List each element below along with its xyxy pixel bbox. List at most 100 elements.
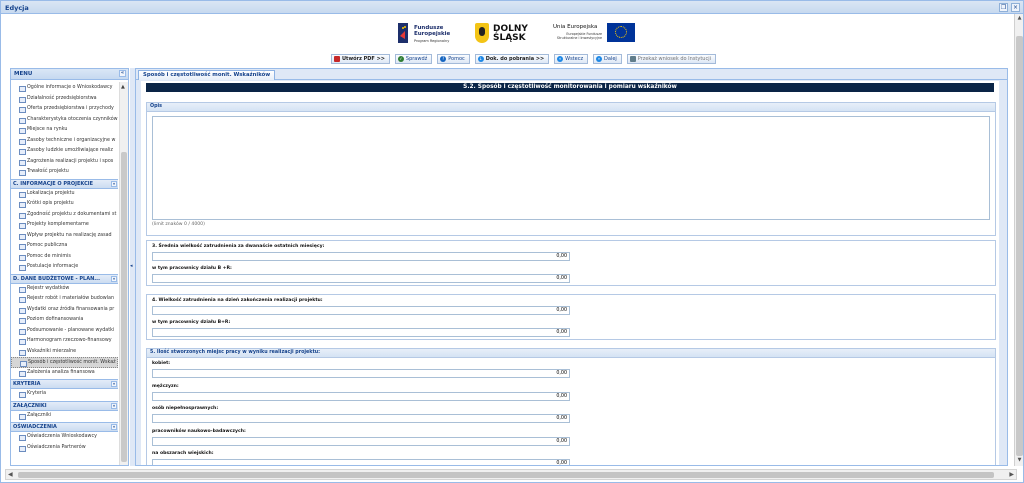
end-employment-input[interactable]: 0,00 (152, 306, 570, 315)
sidebar-item[interactable]: Oświadczenia Wnioskodawcy (11, 432, 118, 443)
logo-bar: Fundusze Europejskie Program Regionalny … (397, 22, 637, 48)
avg-employment-input[interactable]: 0,00 (152, 252, 570, 261)
tab-strip: Sposób i częstotliwość monit. Wskaźników (136, 69, 1007, 80)
sidebar-item[interactable]: Wskaźniki mierzalne (11, 347, 118, 358)
avg-br-input[interactable]: 0,00 (152, 274, 570, 283)
sidebar-item[interactable]: Krótki opis projektu (11, 199, 118, 210)
sidebar-item[interactable]: Projekty komplementarne (11, 220, 118, 231)
scroll-down-arrow-icon[interactable]: ▼ (1016, 457, 1023, 465)
sidebar-item[interactable]: Działalność przedsiębiorstwa (11, 94, 118, 105)
sidebar-item[interactable]: Rejestr wydatków (11, 284, 118, 295)
sidebar-item[interactable]: Podsumowanie - planowane wydatki (11, 326, 118, 337)
sidebar-item[interactable]: Zgodność projektu z dokumentami st (11, 210, 118, 221)
collapse-group-icon[interactable]: « (111, 180, 117, 187)
sidebar-item[interactable]: Harmonogram rzeczowo-finansowy (11, 336, 118, 347)
back-button[interactable]: «Wstecz (554, 54, 589, 64)
app-header: Fundusze Europejskie Program Regionalny … (5, 17, 1010, 65)
sidebar-item[interactable]: Sposób i częstotliwość monit. Wskaź (11, 357, 118, 368)
sidebar-item[interactable]: Trwałość projektu (11, 167, 118, 178)
menu-group-header[interactable]: KRYTERIA « (11, 379, 118, 389)
sidebar-item[interactable]: Kryteria (11, 389, 118, 400)
fe-sub: Program Regionalny (414, 39, 450, 43)
close-icon[interactable]: × (1011, 3, 1020, 12)
back-label: Wstecz (565, 56, 584, 62)
download-docs-button[interactable]: ↓ Dok. do pobrania >> (474, 54, 550, 64)
sidebar-item[interactable]: Miejsce na rynku (11, 125, 118, 136)
collapse-group-icon[interactable]: « (111, 424, 117, 430)
create-pdf-label: Utwórz PDF >> (342, 56, 385, 62)
help-button[interactable]: ? Pomoc (437, 54, 470, 64)
sidebar-item[interactable]: Poziom dofinansowania (11, 315, 118, 326)
scroll-right-arrow-icon[interactable]: ▶ (1009, 471, 1014, 478)
menu-group-header[interactable]: D. DANE BUDŻETOWE - PLAN... « (11, 273, 118, 284)
sidebar-item[interactable]: Zasoby techniczne i organizacyjne w (11, 136, 118, 147)
new-jobs-legend: 5. Ilość stworzonych miejsc pracy w wyni… (147, 349, 995, 358)
new-jobs-field-label: mężczyzn: (152, 383, 179, 389)
window-titlebar: Edycja ❐ × (1, 1, 1023, 14)
new-jobs-field-input[interactable]: 0,00 (152, 414, 570, 423)
fe-line2: Europejskie (414, 31, 451, 37)
window-horizontal-scrollbar[interactable]: ◀ ▶ (5, 469, 1017, 480)
sidebar-item[interactable]: Wydatki oraz źródła finansowania pr (11, 305, 118, 316)
submit-button[interactable]: Przekaż wniosek do Instytucji (626, 54, 717, 64)
sidebar-item[interactable]: Pomoc de minimis (11, 252, 118, 263)
ds-line2: ŚLĄSK (493, 33, 526, 43)
end-br-input[interactable]: 0,00 (152, 328, 570, 337)
window-title: Edycja (5, 4, 29, 12)
new-jobs-field-input[interactable]: 0,00 (152, 369, 570, 378)
window-vertical-scrollbar[interactable]: ▲ ▼ (1014, 14, 1023, 466)
download-icon: ↓ (477, 55, 484, 62)
sidebar-item[interactable]: Postulacje informacje (11, 262, 118, 273)
new-jobs-field-label: osób niepełnosprawnych: (152, 406, 219, 411)
tab-monitoring[interactable]: Sposób i częstotliwość monit. Wskaźników (138, 70, 276, 80)
sidebar-item[interactable]: Lokalizacja projektu (11, 189, 118, 200)
scroll-up-icon[interactable]: ▲ (121, 84, 125, 90)
menu-group-header[interactable]: OŚWIADCZENIA « (11, 422, 118, 432)
fundusze-europejskie-logo (397, 22, 409, 44)
menu-group-title: OŚWIADCZENIA (13, 424, 57, 430)
sidebar-item[interactable]: Wpływ projektu na realizację zasad (11, 231, 118, 242)
dolny-slask-crest (475, 23, 489, 43)
vertical-scroll-thumb[interactable] (1016, 36, 1023, 456)
sidebar-item[interactable]: Pomoc publiczna (11, 241, 118, 252)
dolny-slask-text: DOLNY ŚLĄSK (493, 25, 528, 43)
restore-icon[interactable]: ❐ (999, 3, 1009, 12)
menu-scrollbar[interactable]: ▲ (119, 82, 128, 465)
form-content: S.2. Sposób i częstotliwość monitorowani… (141, 81, 999, 465)
sidebar-item[interactable]: Ogólne informacje o Wnioskodawcy (11, 83, 118, 94)
menu-scroll-thumb[interactable] (121, 152, 127, 462)
new-jobs-field-input[interactable]: 0,00 (152, 436, 570, 446)
help-label: Pomoc (448, 56, 465, 62)
fieldset-opis: Opis (limit znaków 0 / 4000) (146, 102, 996, 236)
new-jobs-field-input[interactable]: 0,00 (152, 459, 570, 465)
menu-group-header[interactable]: C. INFORMACJE O PROJEKCIE « (11, 178, 118, 189)
create-pdf-button[interactable]: Utwórz PDF >> (331, 54, 390, 64)
collapse-menu-icon[interactable]: « (119, 70, 126, 77)
char-limit-text: (limit znaków 0 / 4000) (152, 222, 205, 227)
download-label: Dok. do pobrania >> (485, 56, 545, 62)
splitter-arrow-icon[interactable]: ◂ (130, 263, 133, 269)
sidebar-item[interactable]: Założenia analiza finansowa (11, 368, 118, 379)
pdf-icon (334, 55, 340, 62)
check-icon: ✓ (397, 55, 404, 62)
check-button[interactable]: ✓ Sprawdź (394, 54, 433, 64)
fieldset-end-employment: 4. Wielkość zatrudnienia na dzień zakońc… (146, 294, 996, 340)
collapse-group-icon[interactable]: « (111, 402, 117, 409)
sidebar-item[interactable]: Charakterystyka otoczenia czynników (11, 115, 118, 126)
scroll-up-arrow-icon[interactable]: ▲ (1016, 15, 1023, 23)
horizontal-scroll-thumb[interactable] (18, 472, 994, 478)
menu-group-header[interactable]: ZAŁĄCZNIKI « (11, 400, 118, 411)
new-jobs-field-input[interactable]: 0,00 (152, 391, 570, 401)
sidebar-item[interactable]: Oświadczenia Partnerów (11, 443, 118, 454)
next-button[interactable]: » Dalej (593, 54, 622, 64)
sidebar-item[interactable]: Rejestr robót i materiałów budowlan (11, 294, 118, 305)
scroll-left-arrow-icon[interactable]: ◀ (8, 471, 13, 478)
sidebar-item[interactable]: Załączniki (11, 411, 118, 422)
sidebar-item[interactable]: Oferta przedsiębiorstwa i przychody (11, 104, 118, 115)
avg-employment-label: 3. Średnia wielkość zatrudnienia za dwan… (152, 244, 325, 249)
opis-textarea[interactable] (152, 116, 990, 220)
sidebar-item[interactable]: Zagrożenia realizacji projektu i spos (11, 157, 118, 168)
collapse-group-icon[interactable]: « (111, 275, 117, 282)
sidebar-item[interactable]: Zasoby ludzkie umożliwiające realiz (11, 146, 118, 157)
collapse-group-icon[interactable]: « (111, 381, 117, 387)
